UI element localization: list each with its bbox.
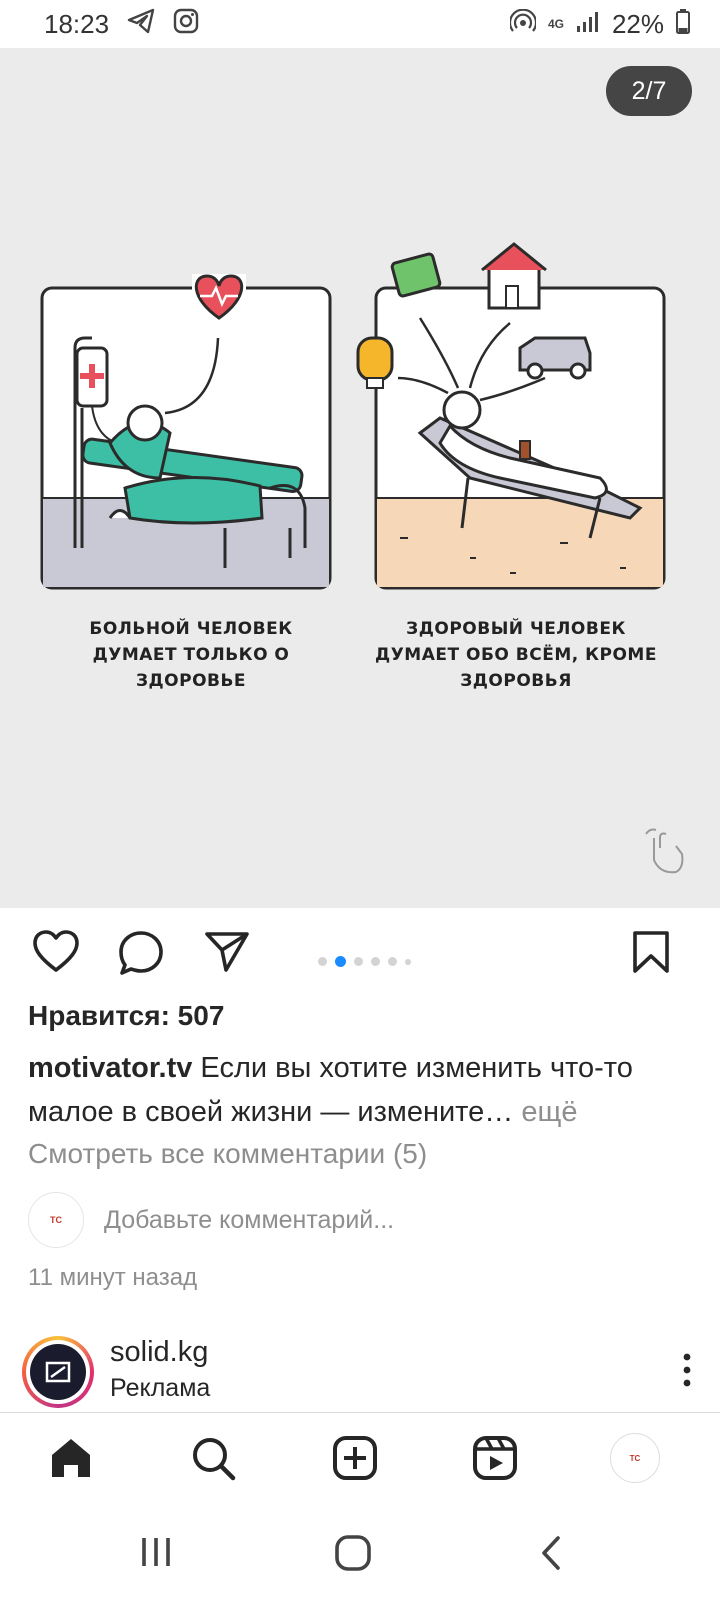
carousel-dot — [371, 957, 380, 966]
carousel-dot — [318, 957, 327, 966]
post-image[interactable]: БОЛЬНОЙ ЧЕЛОВЕК ДУМАЕТ ТОЛЬКО О ЗДОРОВЬЕ… — [0, 48, 720, 908]
sponsored-label: Реклама — [110, 1374, 211, 1402]
home-button-icon[interactable] — [334, 1534, 372, 1577]
add-comment-row[interactable]: ТС Добавьте комментарий... — [28, 1192, 394, 1248]
battery-level: 22% — [611, 8, 664, 39]
recent-apps-icon[interactable] — [138, 1534, 174, 1575]
search-icon[interactable] — [190, 1435, 236, 1486]
comment-icon[interactable] — [118, 930, 164, 981]
more-options-icon[interactable] — [682, 1352, 692, 1393]
right-panel — [356, 242, 666, 590]
next-post-username[interactable]: solid.kg — [110, 1336, 208, 1369]
next-post-header: solid.kg Реклама — [22, 1336, 702, 1410]
caption-username[interactable]: motivator.tv — [28, 1052, 192, 1084]
reels-icon[interactable] — [472, 1435, 518, 1486]
create-post-icon[interactable] — [332, 1435, 378, 1486]
profile-avatar[interactable]: ТС — [610, 1433, 660, 1483]
add-comment-input[interactable]: Добавьте комментарий... — [104, 1206, 394, 1235]
hotspot-icon — [508, 8, 538, 40]
home-icon[interactable] — [48, 1435, 94, 1486]
status-time: 18:23 — [44, 8, 110, 39]
status-bar: 18:23 4G 22% — [0, 0, 720, 48]
avatar: ТС — [28, 1192, 84, 1248]
hand-logo-icon — [645, 828, 684, 874]
bottom-navigation: ТС — [0, 1412, 720, 1514]
network-type: 4G — [547, 17, 564, 31]
carousel-dot — [354, 957, 363, 966]
likes-count[interactable]: Нравится: 507 — [28, 1000, 224, 1032]
story-avatar[interactable] — [22, 1336, 94, 1408]
carousel-dot — [388, 957, 397, 966]
caption-more-link[interactable]: ещё — [513, 1096, 577, 1128]
view-comments-link[interactable]: Смотреть все комментарии (5) — [28, 1138, 427, 1170]
left-caption-line-3: ЗДОРОВЬЕ — [136, 671, 246, 691]
left-caption-line-1: БОЛЬНОЙ ЧЕЛОВЕК — [89, 617, 292, 639]
carousel-indicator — [318, 956, 411, 967]
illustration: БОЛЬНОЙ ЧЕЛОВЕК ДУМАЕТ ТОЛЬКО О ЗДОРОВЬЕ… — [40, 242, 684, 874]
post-actions — [0, 908, 720, 1004]
right-caption-line-3: ЗДОРОВЬЯ — [460, 671, 572, 691]
telegram-icon — [127, 8, 155, 41]
back-icon[interactable] — [538, 1534, 564, 1577]
share-send-icon[interactable] — [204, 930, 250, 979]
carousel-counter: 2/7 — [606, 66, 692, 116]
save-bookmark-icon[interactable] — [632, 930, 670, 979]
like-heart-icon[interactable] — [32, 930, 80, 979]
left-panel — [40, 274, 332, 590]
carousel-dot — [405, 958, 411, 965]
carousel-dot-active — [335, 956, 346, 967]
signal-icon — [576, 9, 600, 40]
system-navigation-bar — [0, 1514, 720, 1600]
left-caption-line-2: ДУМАЕТ ТОЛЬКО О — [93, 645, 290, 665]
post-timestamp: 11 минут назад — [28, 1264, 198, 1291]
right-caption-line-1: ЗДОРОВЫЙ ЧЕЛОВЕК — [406, 617, 626, 639]
battery-icon — [676, 8, 690, 41]
right-caption-line-2: ДУМАЕТ ОБО ВСЁМ, КРОМЕ — [375, 643, 657, 665]
post-caption: motivator.tv Если вы хотите изменить что… — [28, 1046, 698, 1134]
instagram-icon — [173, 8, 199, 41]
